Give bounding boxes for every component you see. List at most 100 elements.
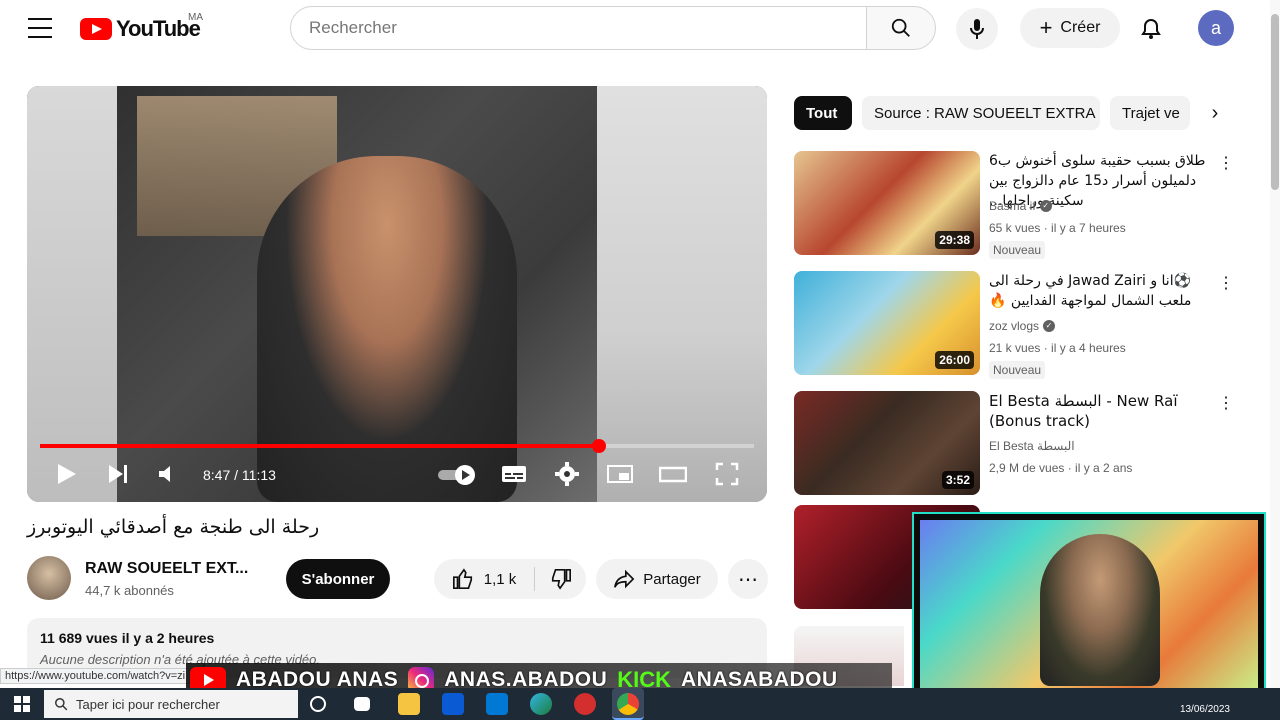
edge-icon[interactable] (530, 693, 552, 715)
next-button[interactable] (107, 462, 129, 486)
voice-search-button[interactable] (956, 8, 998, 50)
description-stats: 11 689 vues il y a 2 heures (40, 630, 215, 646)
youtube-logo[interactable]: YouTube (80, 16, 201, 42)
create-button[interactable]: + Créer (1020, 8, 1120, 48)
search-button[interactable] (866, 6, 936, 50)
taskbar-search[interactable]: Taper ici pour rechercher (44, 690, 298, 718)
recommendation-channel[interactable]: Basma if ✓ (989, 199, 1052, 213)
like-button[interactable]: 1,1 k (434, 559, 534, 599)
progress-bar[interactable] (40, 439, 754, 453)
create-label: Créer (1060, 19, 1101, 36)
recommendation-thumbnail[interactable]: 3:52 (794, 391, 980, 495)
share-button[interactable]: Partager (596, 559, 718, 599)
subtitles-button[interactable] (501, 462, 527, 486)
search-input[interactable]: Rechercher (290, 6, 868, 50)
next-icon (109, 465, 127, 483)
recommendation-meta: 65 k vues · il y a 7 heures (989, 221, 1126, 235)
menu-icon[interactable] (24, 16, 56, 40)
youtube-play-icon (80, 18, 112, 40)
share-label: Partager (643, 570, 701, 588)
recommendation-item[interactable]: 3:52 El Besta البسطة - New Raï (Bonus tr… (794, 391, 1234, 497)
more-vertical-icon[interactable]: ⋮ (1218, 393, 1234, 413)
dislike-button[interactable] (535, 559, 586, 599)
chips-next-button[interactable]: › (1200, 98, 1230, 128)
subscriber-count: 44,7 k abonnés (85, 583, 174, 598)
taskbar-search-placeholder: Taper ici pour rechercher (76, 696, 220, 712)
like-count: 1,1 k (483, 570, 517, 588)
more-actions-button[interactable]: ⋯ (728, 559, 768, 599)
subtitles-icon (502, 466, 526, 482)
theater-mode-button[interactable] (659, 462, 687, 486)
more-vertical-icon[interactable]: ⋮ (1218, 273, 1234, 293)
thumbs-up-icon (452, 568, 472, 589)
settings-button[interactable] (555, 462, 579, 486)
notifications-button[interactable] (1136, 14, 1166, 44)
chip-trajet[interactable]: Trajet ve (1110, 96, 1190, 130)
recommendation-item[interactable]: 29:38 طلاق بسبب حقيبة سلوى أخنوش ب6 دلمي… (794, 151, 1234, 259)
channel-avatar[interactable] (27, 556, 71, 600)
progress-scrubber[interactable] (591, 439, 606, 453)
recommendation-channel[interactable]: El Besta البسطة (989, 439, 1075, 453)
file-explorer-icon[interactable] (398, 693, 420, 715)
chip-all[interactable]: Tout (794, 96, 852, 130)
play-button[interactable] (55, 462, 77, 486)
more-horizontal-icon: ⋯ (738, 568, 758, 591)
miniplayer-button[interactable] (607, 462, 633, 486)
thumbs-down-icon (551, 569, 571, 590)
chip-source[interactable]: Source : RAW SOUEELT EXTRA (862, 96, 1100, 130)
video-frame-person (257, 156, 517, 502)
outlook-icon[interactable] (486, 693, 508, 715)
bell-icon (1141, 18, 1161, 39)
webcam-streamer (1040, 534, 1160, 686)
chrome-taskbar-button[interactable] (612, 688, 644, 720)
search-placeholder: Rechercher (309, 18, 397, 37)
recommendation-item[interactable]: 26:00 ⚽انا و Jawad Zairi في رحلة الى ملع… (794, 271, 1234, 379)
channel-label: zoz vlogs (989, 319, 1040, 333)
player-controls: 8:47 / 11:13 (27, 458, 767, 492)
chevron-right-icon: › (1211, 101, 1219, 124)
autoplay-toggle[interactable] (437, 464, 479, 486)
recommendation-title[interactable]: ⚽انا و Jawad Zairi في رحلة الى ملعب الشم… (989, 271, 1217, 311)
scrollbar-thumb[interactable] (1271, 14, 1279, 190)
windows-icon (14, 696, 30, 712)
recommendation-title[interactable]: El Besta البسطة - New Raï (Bonus track) (989, 391, 1217, 431)
recommendation-meta: 21 k vues · il y a 4 heures (989, 341, 1126, 355)
volume-icon (159, 466, 170, 482)
duration-badge: 3:52 (941, 471, 974, 489)
windows-taskbar: Taper ici pour rechercher 13/06/2023 (0, 688, 1280, 720)
more-vertical-icon[interactable]: ⋮ (1218, 153, 1234, 173)
store-icon[interactable] (442, 693, 464, 715)
top-bar: YouTube MA Rechercher + Créer a (0, 0, 1280, 56)
video-player[interactable]: 8:47 / 11:13 (27, 86, 767, 502)
page-scrollbar[interactable] (1270, 0, 1280, 688)
duration-badge: 26:00 (935, 351, 974, 369)
webcam-overlay (912, 512, 1266, 700)
recommendation-thumbnail[interactable]: 26:00 (794, 271, 980, 375)
start-button[interactable] (0, 688, 44, 720)
recommendation-meta: 2,9 M de vues · il y a 2 ans (989, 461, 1133, 475)
recommendation-thumbnail[interactable]: 29:38 (794, 151, 980, 255)
account-avatar[interactable]: a (1198, 10, 1234, 46)
verified-icon: ✓ (1043, 320, 1056, 332)
fullscreen-button[interactable] (715, 462, 739, 486)
chrome-icon (617, 693, 639, 715)
link-status-bar: https://www.youtube.com/watch?v=zi (0, 668, 191, 684)
miniplayer-icon (607, 465, 633, 483)
verified-icon: ✓ (1039, 200, 1052, 212)
channel-name[interactable]: RAW SOUEELT EXT... (85, 560, 265, 578)
task-view-icon[interactable] (354, 697, 370, 711)
new-badge: Nouveau (989, 241, 1046, 259)
subscribe-button[interactable]: S'abonner (286, 559, 390, 599)
search-icon (891, 18, 910, 37)
volume-button[interactable] (157, 462, 179, 486)
like-dislike-group: 1,1 k (434, 559, 586, 599)
plus-icon: + (1039, 15, 1053, 40)
channel-label: Basma if (989, 199, 1036, 213)
cortana-icon[interactable] (310, 696, 326, 712)
app-icon[interactable] (574, 693, 596, 715)
video-title: رحلة الى طنجة مع أصدقائي اليوتوبرز (27, 516, 320, 538)
video-frame-window (597, 86, 767, 502)
taskbar-date: 13/06/2023 (1179, 704, 1230, 715)
fullscreen-icon (715, 462, 739, 486)
recommendation-channel[interactable]: zoz vlogs ✓ (989, 319, 1056, 333)
